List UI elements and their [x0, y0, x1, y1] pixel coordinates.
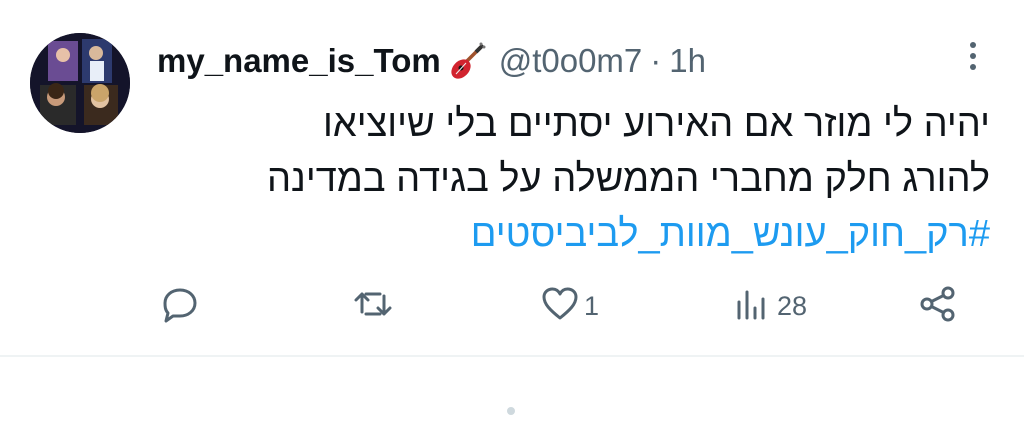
hashtag-link[interactable]: #רק_חוק_עונש_מוות_לביביסטים [130, 207, 990, 261]
separator: · [650, 42, 662, 79]
page-indicator-dot [507, 407, 515, 415]
heart-icon [540, 284, 580, 329]
reply-button[interactable] [160, 286, 204, 326]
views-button[interactable]: 28 [733, 286, 807, 326]
timestamp[interactable]: 1h [669, 42, 706, 80]
divider [0, 355, 1024, 357]
like-button[interactable]: 1 [540, 286, 599, 326]
tweet-text-line-1: יהיה לי מוזר אם האירוע יסתיים בלי שיוציא… [322, 103, 990, 145]
guitar-icon [447, 41, 487, 81]
user-handle[interactable]: @t0o0m7 [499, 42, 643, 80]
display-name[interactable]: my_name_is_Tom [157, 42, 441, 80]
retweet-icon [353, 284, 393, 329]
share-icon [918, 284, 958, 329]
views-icon [733, 284, 773, 329]
retweet-button[interactable] [353, 286, 397, 326]
tweet-header: my_name_is_Tom @t0o0m7 · 1h [157, 38, 706, 84]
like-count: 1 [584, 290, 600, 321]
more-options-icon[interactable] [962, 38, 984, 74]
reply-icon [160, 284, 200, 329]
share-button[interactable] [918, 286, 958, 326]
avatar[interactable] [30, 33, 130, 133]
tweet-text-line-2: להורג חלק מחברי הממשלה על בגידה במדינה [266, 158, 990, 200]
views-count: 28 [777, 290, 808, 321]
